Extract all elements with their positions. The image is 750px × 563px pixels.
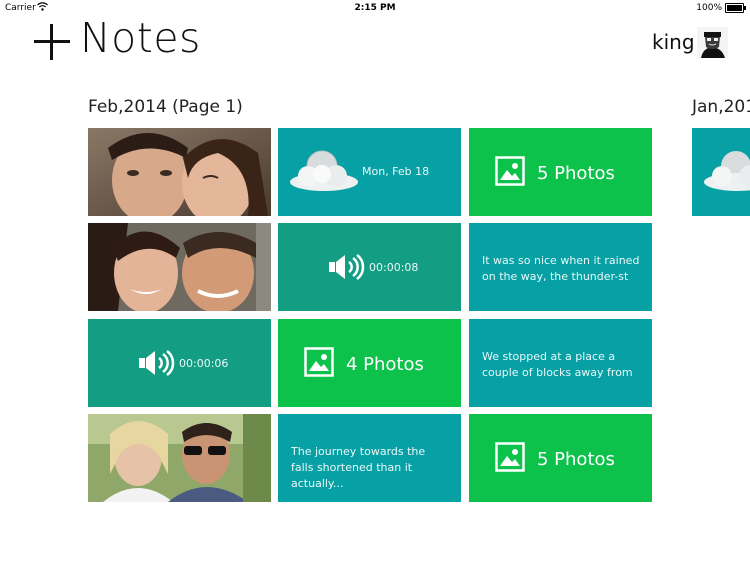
speaker-icon: [329, 254, 365, 280]
photo-tile[interactable]: [88, 128, 271, 216]
clock: 2:15 PM: [354, 3, 396, 13]
audio-tile[interactable]: 00:00:08: [278, 223, 461, 311]
audio-tile[interactable]: 00:00:06: [88, 319, 271, 407]
note-date: Mon, Feb 18: [362, 165, 430, 178]
section-title-jan: Jan,2014: [692, 97, 750, 117]
photos-count: 5 Photos: [537, 449, 615, 470]
note-preview: The journey towards the falls shortened …: [291, 445, 426, 490]
photos-tile[interactable]: 5 Photos: [469, 128, 652, 216]
battery-icon: [725, 3, 746, 13]
section-title-feb: Feb,2014 (Page 1): [88, 97, 243, 117]
avatar-image: [697, 27, 728, 58]
weather-tile[interactable]: Mon, Feb 18: [278, 128, 461, 216]
photo-tile[interactable]: [88, 414, 271, 502]
avatar[interactable]: [697, 27, 728, 58]
text-note-tile[interactable]: The journey towards the falls shortened …: [278, 414, 461, 502]
note-preview: It was so nice when it rained on the way…: [482, 254, 640, 283]
audio-duration: 00:00:08: [369, 261, 419, 274]
couple-photo-image: [88, 414, 271, 502]
add-note-button[interactable]: [34, 24, 70, 60]
text-note-tile[interactable]: It was so nice when it rained on the way…: [469, 223, 652, 311]
photos-count: 4 Photos: [346, 354, 424, 375]
page-title: Notes: [80, 14, 201, 62]
image-icon: [495, 442, 525, 472]
photos-tile[interactable]: 4 Photos: [278, 319, 461, 407]
photos-count: 5 Photos: [537, 163, 615, 184]
text-note-tile[interactable]: We stopped at a place a couple of blocks…: [469, 319, 652, 407]
weather-tile-jan[interactable]: [692, 128, 750, 216]
photos-tile[interactable]: 5 Photos: [469, 414, 652, 502]
cloudy-weather-icon: [704, 151, 750, 191]
note-preview: We stopped at a place a couple of blocks…: [482, 350, 633, 379]
couple-photo-image: [88, 128, 271, 216]
image-icon: [304, 347, 334, 377]
photo-tile[interactable]: [88, 223, 271, 311]
audio-duration: 00:00:06: [179, 357, 229, 370]
battery-percent: 100%: [696, 3, 722, 13]
speaker-icon: [139, 350, 175, 376]
username-label[interactable]: king: [652, 30, 695, 54]
image-icon: [495, 156, 525, 186]
cloudy-weather-icon: [290, 150, 358, 191]
couple-photo-image: [88, 223, 271, 311]
